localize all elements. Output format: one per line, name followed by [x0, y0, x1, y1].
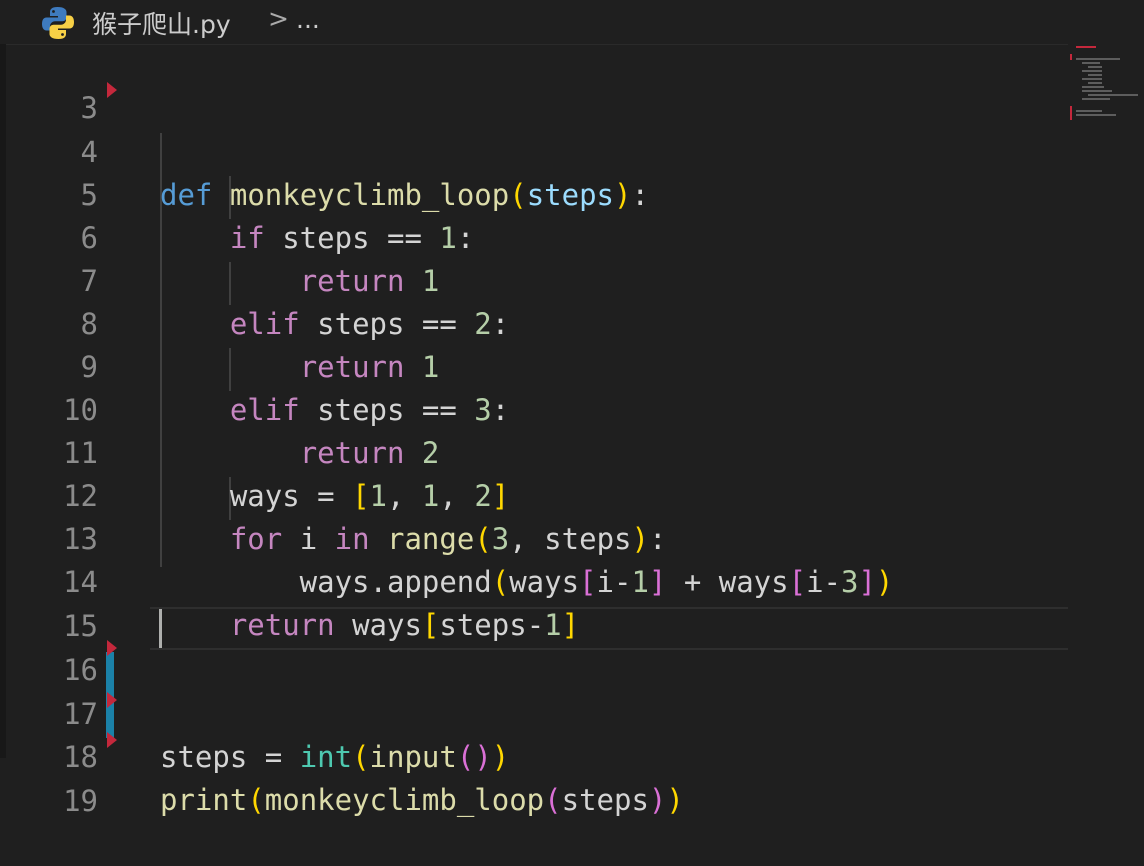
line-number: 19: [63, 784, 98, 818]
code-line[interactable]: 18 print(monkeyclimb_loop(steps)): [0, 693, 1068, 817]
code-line[interactable]: 5 if steps == 1:: [0, 131, 1068, 255]
minimap-line: [1082, 86, 1104, 88]
minimap-line: [1076, 114, 1116, 116]
git-deleted-marker: [107, 640, 117, 656]
minimap-line: [1076, 58, 1120, 60]
code-line[interactable]: 10 return 2: [0, 346, 1068, 470]
minimap-change-marker: [1070, 54, 1072, 60]
minimap-line: [1076, 46, 1096, 48]
minimap[interactable]: [1068, 44, 1144, 758]
code-line[interactable]: 11 ways = [1, 1, 2]: [0, 389, 1068, 513]
code-line[interactable]: 15: [0, 562, 1068, 643]
breadcrumb: 猴子爬山.py > ...: [0, 0, 1144, 45]
code-line[interactable]: 6 return 1: [0, 174, 1068, 298]
minimap-line: [1082, 90, 1112, 92]
minimap-line: [1076, 110, 1102, 112]
python-file-icon: [42, 7, 74, 39]
code-line[interactable]: 13 ways.append(ways[i-1] + ways[i-3]): [0, 475, 1068, 599]
minimap-line: [1088, 66, 1102, 68]
minimap-line: [1082, 98, 1110, 100]
code-line[interactable]: 14 return ways[steps-1]: [0, 518, 1068, 642]
text-cursor: [159, 609, 162, 648]
code-line[interactable]: 4 def monkeyclimb_loop(steps):: [0, 88, 1068, 212]
code-line[interactable]: 7 elif steps == 2:: [0, 217, 1068, 341]
code-line[interactable]: 9 elif steps == 3:: [0, 303, 1068, 427]
breadcrumb-symbol[interactable]: ...: [296, 5, 320, 34]
code-line[interactable]: 17 steps = int(input()): [0, 650, 1068, 774]
minimap-line: [1082, 62, 1100, 64]
git-deleted-marker: [107, 732, 117, 748]
minimap-change-marker: [1070, 106, 1072, 120]
minimap-line: [1082, 70, 1102, 72]
chevron-right-icon: >: [268, 4, 289, 33]
code-text[interactable]: print(monkeyclimb_loop(steps)): [160, 779, 684, 822]
minimap-line: [1082, 78, 1102, 80]
git-deleted-marker: [107, 82, 117, 98]
breadcrumb-file[interactable]: 猴子爬山.py: [92, 5, 231, 41]
minimap-line: [1088, 82, 1102, 84]
code-line[interactable]: 3: [0, 44, 1068, 125]
code-line[interactable]: 8 return 1: [0, 260, 1068, 384]
code-line[interactable]: 19: [0, 737, 1068, 818]
git-deleted-marker: [107, 692, 117, 708]
minimap-line: [1088, 74, 1102, 76]
code-line[interactable]: 12 for i in range(3, steps):: [0, 432, 1068, 556]
minimap-line: [1088, 94, 1138, 96]
